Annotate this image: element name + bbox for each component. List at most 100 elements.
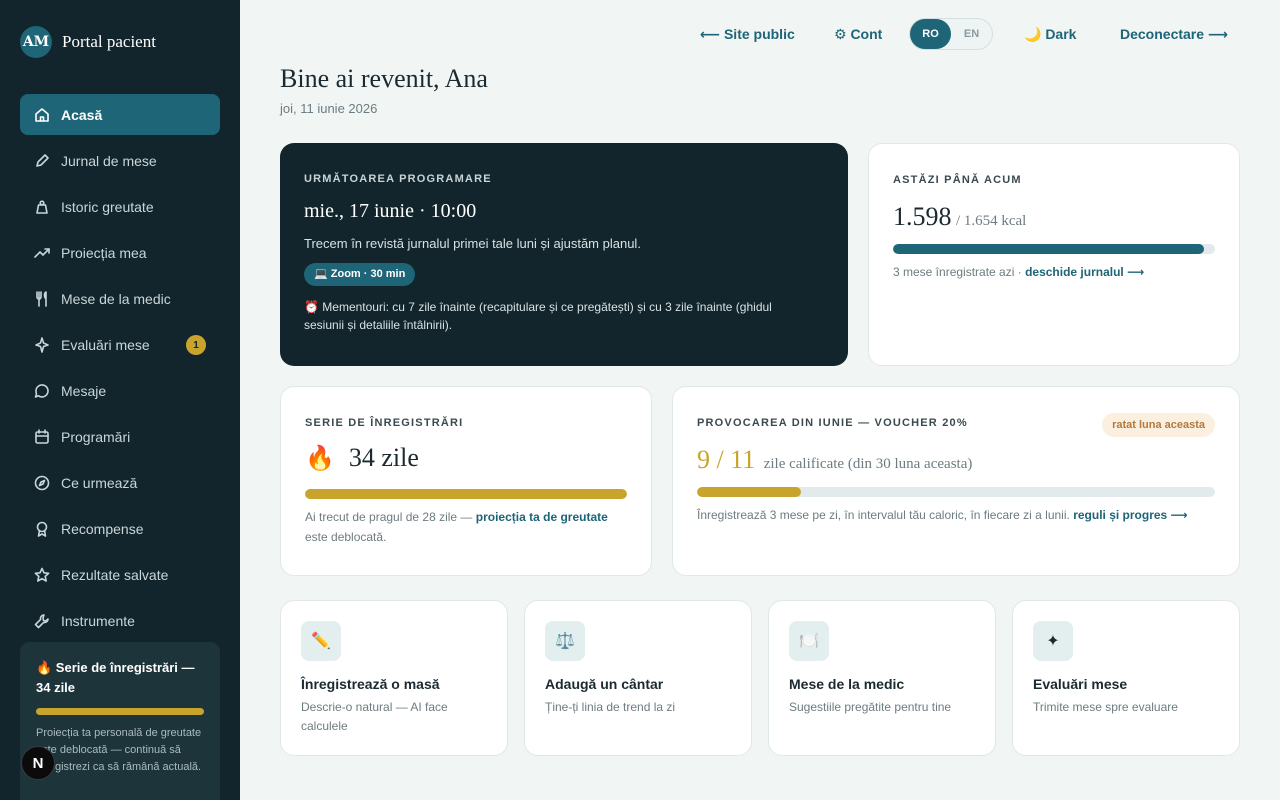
- appointment-description: Trecem în revistă jurnalul primei tale l…: [304, 236, 641, 251]
- award-icon: [34, 521, 50, 537]
- sparkle-icon: ✦: [1033, 621, 1073, 661]
- sidebar-item-jurnal[interactable]: Jurnal de mese: [20, 140, 220, 181]
- action-subtitle: Descrie-o natural — AI face calculele: [301, 700, 448, 733]
- action-subtitle: Trimite mese spre evaluare: [1033, 700, 1178, 714]
- sidebar-item-label: Recompense: [61, 520, 144, 537]
- sidebar-item-acasa[interactable]: Acasă: [20, 94, 220, 135]
- streak-value: 34 zile: [348, 443, 419, 472]
- action-title: Mese de la medic: [789, 676, 905, 692]
- today-note-text: 3 mese înregistrate azi ·: [893, 265, 1026, 279]
- challenge-note: Înregistrează 3 mese pe zi, în intervalu…: [697, 505, 1215, 525]
- sidebar-item-instrumente[interactable]: Instrumente: [20, 600, 220, 641]
- today-calories-value: 1.598: [893, 202, 952, 231]
- streak-note-text: Ai trecut de pragul de 28 zile —: [305, 510, 476, 524]
- streak-note: Ai trecut de pragul de 28 zile — proiecț…: [305, 507, 627, 547]
- wrench-icon: [34, 613, 50, 629]
- sidebar-item-label: Istoric greutate: [61, 198, 154, 215]
- topbar: ⟵ Site public ⚙ Cont RO EN 🌙 Dark Decone…: [240, 18, 1280, 50]
- brand-avatar: AM: [20, 26, 52, 58]
- appointment-reminders: ⏰ Mementouri: cu 7 zile înainte (recapit…: [304, 300, 772, 332]
- sidebar-item-label: Evaluări mese: [61, 336, 150, 353]
- brand-name: Portal pacient: [62, 32, 156, 51]
- today-calories-target: / 1.654 kcal: [955, 213, 1027, 229]
- sidebar-item-label: Acasă: [61, 106, 103, 123]
- sidebar-streak-text: Proiecția ta personală de greutate este …: [36, 727, 202, 773]
- streak-progress-bar: [305, 489, 627, 499]
- today-progress-fill: [893, 244, 1205, 254]
- dark-mode-toggle[interactable]: 🌙 Dark: [1024, 26, 1076, 43]
- home-icon: [34, 107, 50, 123]
- next-appointment-card[interactable]: URMĂTOAREA PROGRAMARE mie., 17 iunie · 1…: [280, 143, 848, 366]
- chat-icon: [34, 383, 50, 399]
- action-title: Înregistrează o masă: [301, 676, 440, 692]
- sidebar-item-programari[interactable]: Programări: [20, 416, 220, 457]
- today-eyebrow: ASTĂZI PÂNĂ ACUM: [893, 174, 1022, 186]
- streak-card: SERIE DE ÎNREGISTRĂRI 🔥 34 zile Ai trecu…: [280, 386, 652, 576]
- calendar-icon: [34, 428, 50, 445]
- challenge-rules-link[interactable]: reguli și progres ⟶: [1073, 508, 1188, 522]
- action-subtitle: Sugestiile pregătite pentru tine: [789, 700, 952, 714]
- challenge-progress-fill: [697, 487, 801, 497]
- today-note: 3 mese înregistrate azi · deschide jurna…: [893, 262, 1215, 282]
- utensils-icon: [34, 290, 50, 307]
- sidebar-item-ce-urmeaza[interactable]: Ce urmează: [20, 462, 220, 503]
- sidebar-streak-card[interactable]: 🔥 Serie de înregistrări — 34 zile Proiec…: [20, 642, 220, 800]
- star-icon: [34, 567, 50, 583]
- current-date: joi, 11 iunie 2026: [280, 101, 378, 116]
- sidebar-item-label: Ce urmează: [61, 474, 138, 491]
- fire-icon: 🔥: [305, 444, 335, 472]
- challenge-progress-bar: [697, 487, 1215, 497]
- challenge-note-text: Înregistrează 3 mese pe zi, în intervalu…: [697, 508, 1074, 522]
- streak-eyebrow: SERIE DE ÎNREGISTRĂRI: [305, 417, 464, 429]
- sidebar-item-label: Mese de la medic: [61, 290, 171, 307]
- open-journal-link[interactable]: deschide jurnalul ⟶: [1025, 265, 1144, 279]
- sidebar-item-istoric[interactable]: Istoric greutate: [20, 186, 220, 227]
- sidebar-item-mese-medic[interactable]: Mese de la medic: [20, 278, 220, 319]
- sidebar-item-mesaje[interactable]: Mesaje: [20, 370, 220, 411]
- weight-icon: [34, 199, 50, 215]
- sidebar-nav: Acasă Jurnal de mese Istoric greutate Pr…: [20, 94, 220, 646]
- sparkle-icon: [34, 336, 50, 353]
- sidebar-item-label: Instrumente: [61, 612, 135, 629]
- sidebar: AM Portal pacient Acasă Jurnal de mese I…: [0, 0, 240, 800]
- pencil-icon: ✏️: [301, 621, 341, 661]
- action-title: Evaluări mese: [1033, 676, 1128, 692]
- appointment-datetime: mie., 17 iunie · 10:00: [304, 200, 477, 222]
- appointment-eyebrow: URMĂTOAREA PROGRAMARE: [304, 173, 492, 185]
- brand[interactable]: AM Portal pacient: [20, 26, 156, 58]
- challenge-value: 9 / 11: [697, 445, 756, 474]
- account-link[interactable]: ⚙ Cont: [834, 26, 882, 43]
- dev-tools-n-icon[interactable]: N: [21, 746, 55, 780]
- page-title: Bine ai revenit, Ana: [280, 64, 488, 93]
- action-subtitle: Ține-ți linia de trend la zi: [545, 700, 676, 714]
- sidebar-item-label: Programări: [61, 428, 131, 445]
- today-progress-bar: [893, 244, 1215, 254]
- streak-note-end: este deblocată.: [305, 530, 387, 544]
- sidebar-item-rezultate[interactable]: Rezultate salvate: [20, 554, 220, 595]
- sidebar-item-proiectia[interactable]: Proiecția mea: [20, 232, 220, 273]
- sidebar-streak-bar: [36, 708, 204, 715]
- june-challenge-card: PROVOCAREA DIN IUNIE — VOUCHER 20% ratat…: [672, 386, 1240, 576]
- sidebar-item-recompense[interactable]: Recompense: [20, 508, 220, 549]
- lang-en-button[interactable]: EN: [951, 19, 992, 49]
- language-toggle: RO EN: [909, 18, 993, 50]
- action-log-meal[interactable]: ✏️ Înregistrează o masă Descrie-o natura…: [280, 600, 508, 756]
- sidebar-item-evaluari[interactable]: Evaluări mese 1: [20, 324, 220, 365]
- sidebar-item-label: Mesaje: [61, 382, 107, 399]
- sidebar-item-label: Jurnal de mese: [61, 152, 157, 169]
- weight-projection-link[interactable]: proiecția ta de greutate: [476, 510, 608, 524]
- streak-progress-fill: [305, 489, 627, 499]
- plate-icon: 🍽️: [789, 621, 829, 661]
- logout-link[interactable]: Deconectare ⟶: [1120, 26, 1228, 43]
- sidebar-item-label: Proiecția mea: [61, 244, 147, 261]
- action-doctor-meals[interactable]: 🍽️ Mese de la medic Sugestiile pregătite…: [768, 600, 996, 756]
- action-meal-reviews[interactable]: ✦ Evaluări mese Trimite mese spre evalua…: [1012, 600, 1240, 756]
- lang-ro-button[interactable]: RO: [910, 19, 951, 49]
- pencil-icon: [34, 153, 50, 169]
- notification-badge: 1: [186, 335, 206, 355]
- public-site-link[interactable]: ⟵ Site public: [700, 26, 795, 43]
- today-calories-card: ASTĂZI PÂNĂ ACUM 1.598 / 1.654 kcal 3 me…: [868, 143, 1240, 366]
- challenge-status-badge: ratat luna aceasta: [1102, 413, 1215, 437]
- action-add-weight[interactable]: ⚖️ Adaugă un cântar Ține-ți linia de tre…: [524, 600, 752, 756]
- appointment-zoom-pill[interactable]: 💻 Zoom · 30 min: [304, 263, 416, 286]
